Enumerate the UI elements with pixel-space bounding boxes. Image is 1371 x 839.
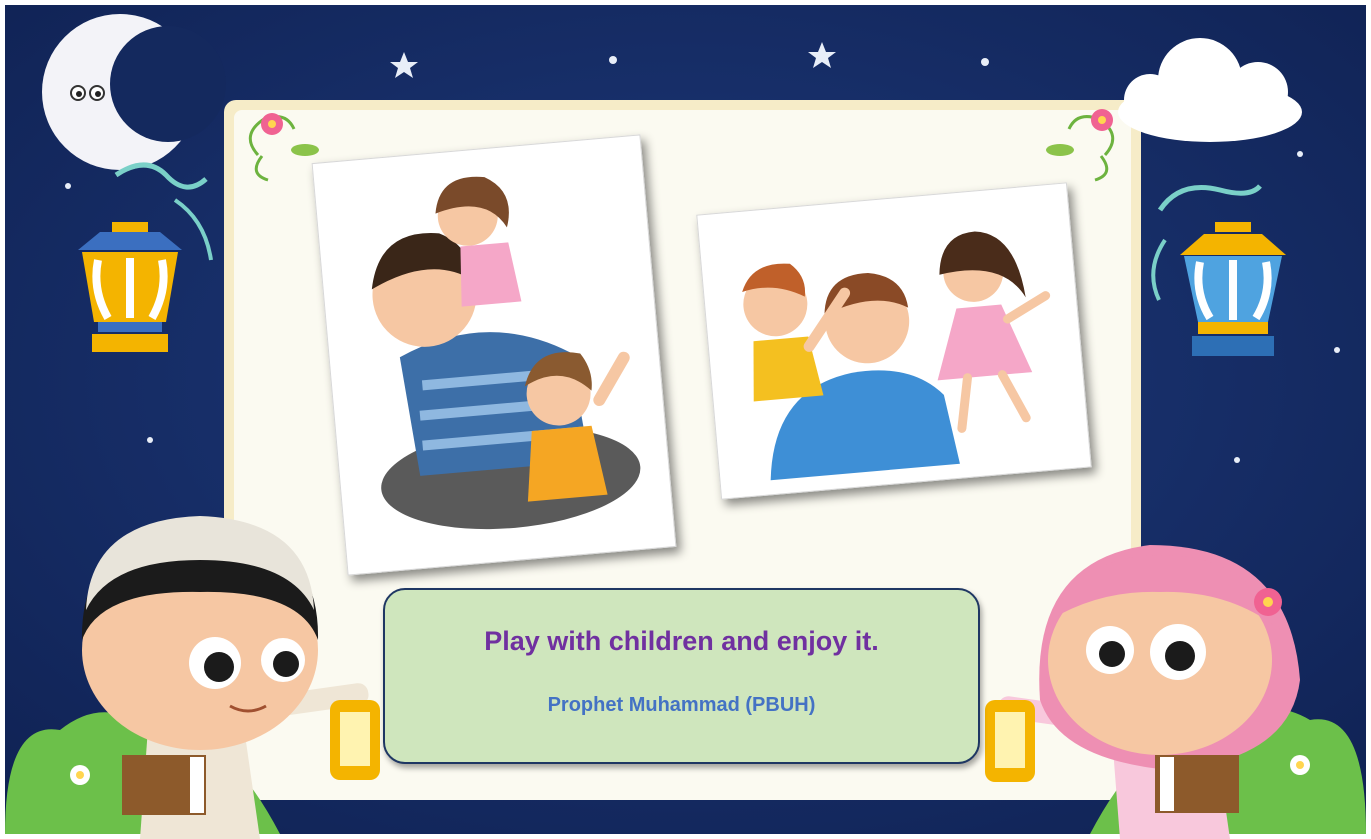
star-icon — [609, 56, 617, 64]
quote-text: Play with children and enjoy it. — [484, 626, 879, 656]
quote-box: Play with children and enjoy it. Prophet… — [383, 588, 980, 764]
star-icon — [1334, 347, 1340, 353]
star-icon — [147, 437, 153, 443]
star-icon — [1234, 457, 1240, 463]
father-with-boy-and-girl-photo — [696, 182, 1092, 500]
star-icon — [65, 183, 71, 189]
slide: Play with children and enjoy it. Prophet… — [0, 0, 1371, 839]
father-with-two-children-photo — [311, 134, 677, 576]
star-icon — [981, 58, 989, 66]
quote-attribution: Prophet Muhammad (PBUH) — [547, 694, 816, 716]
star-icon — [1297, 151, 1303, 157]
